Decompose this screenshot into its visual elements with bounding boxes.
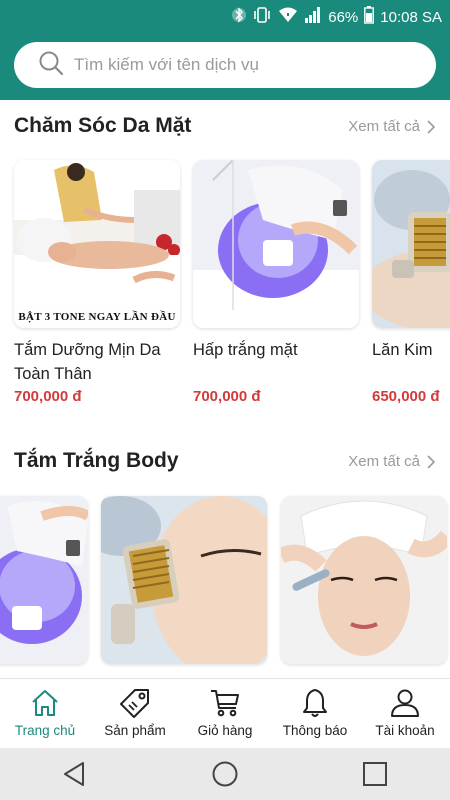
service-card[interactable]	[101, 496, 267, 674]
user-icon	[391, 689, 419, 717]
vibrate-icon	[252, 6, 272, 28]
service-price: 650,000 đ	[372, 388, 440, 405]
service-image[interactable]	[101, 496, 267, 664]
home-button[interactable]	[205, 754, 245, 794]
home-circle-icon	[212, 761, 238, 787]
chevron-right-icon	[427, 119, 436, 134]
promo-banner: BẬT 3 TONE NGAY LẦN ĐẦU	[14, 306, 180, 328]
service-card[interactable]	[0, 496, 88, 674]
main-content[interactable]: Chăm Sóc Da Mặt Xem tất cả BẬT 3 TONE NG…	[0, 100, 450, 678]
search-input[interactable]	[74, 55, 404, 75]
service-row[interactable]: BẬT 3 TONE NGAY LẦN ĐẦU Tắm Dưỡng Mịn Da…	[0, 160, 450, 430]
bottom-nav: Trang chủ Sản phẩm Giỏ hàng Thông báo Tà…	[0, 678, 450, 748]
service-image[interactable]	[372, 160, 450, 328]
system-nav-bar	[0, 748, 450, 800]
recents-square-icon	[363, 762, 387, 786]
signal-icon	[304, 6, 322, 28]
nav-label: Tài khoản	[375, 723, 435, 738]
nav-cart[interactable]: Giỏ hàng	[180, 679, 270, 748]
battery-percent: 66%	[328, 8, 359, 26]
nav-home[interactable]: Trang chủ	[0, 679, 90, 748]
service-image[interactable]	[281, 496, 447, 664]
nav-label: Sản phẩm	[104, 723, 166, 738]
clock: 10:08 SA	[380, 8, 442, 26]
service-image[interactable]	[0, 496, 88, 664]
service-card[interactable]: Hấp trắng mặt 700,000 đ	[193, 160, 359, 405]
section-title: Tắm Trắng Body	[14, 449, 179, 472]
app-screen: 66% 10:08 SA Chăm Sóc Da Mặt Xem tất cả	[0, 0, 450, 800]
section-header: Chăm Sóc Da Mặt Xem tất cả	[0, 108, 450, 148]
battery-icon	[364, 6, 375, 28]
tag-icon	[120, 689, 149, 718]
see-all-label: Xem tất cả	[348, 118, 420, 135]
service-name: Hấp trắng mặt	[193, 341, 298, 359]
wifi-icon	[278, 6, 298, 28]
section-header: Tắm Trắng Body Xem tất cả	[0, 443, 450, 483]
chevron-right-icon	[427, 454, 436, 469]
see-all-label: Xem tất cả	[348, 453, 420, 470]
status-bar: 66% 10:08 SA	[0, 0, 450, 32]
see-all-link[interactable]: Xem tất cả	[348, 118, 436, 135]
recents-button[interactable]	[355, 754, 395, 794]
service-price: 700,000 đ	[193, 388, 261, 405]
bluetooth-icon	[232, 6, 247, 28]
service-image[interactable]: BẬT 3 TONE NGAY LẦN ĐẦU	[14, 160, 180, 328]
service-card[interactable]	[281, 496, 447, 674]
service-row[interactable]	[0, 496, 450, 678]
service-name: Lăn Kim	[372, 341, 433, 359]
nav-account[interactable]: Tài khoản	[360, 679, 450, 748]
see-all-link[interactable]: Xem tất cả	[348, 453, 436, 470]
back-triangle-icon	[64, 762, 84, 786]
nav-label: Trang chủ	[14, 723, 76, 738]
nav-notifications[interactable]: Thông báo	[270, 679, 360, 748]
app-header: 66% 10:08 SA	[0, 0, 450, 100]
service-price: 700,000 đ	[14, 388, 82, 405]
section-title: Chăm Sóc Da Mặt	[14, 114, 192, 137]
search-bar[interactable]	[14, 42, 436, 88]
nav-products[interactable]: Sản phẩm	[90, 679, 180, 748]
cart-icon	[211, 690, 239, 717]
back-button[interactable]	[55, 754, 95, 794]
search-icon	[38, 50, 64, 81]
bell-icon	[303, 689, 327, 717]
service-card[interactable]: BẬT 3 TONE NGAY LẦN ĐẦU Tắm Dưỡng Mịn Da…	[14, 160, 180, 405]
service-name: Tắm Dưỡng Mịn Da Toàn Thân	[14, 341, 161, 383]
home-icon	[32, 690, 58, 716]
service-card[interactable]: Lăn Kim 650,000 đ	[372, 160, 450, 405]
nav-label: Thông báo	[282, 723, 348, 738]
nav-label: Giỏ hàng	[197, 723, 253, 738]
service-image[interactable]	[193, 160, 359, 328]
